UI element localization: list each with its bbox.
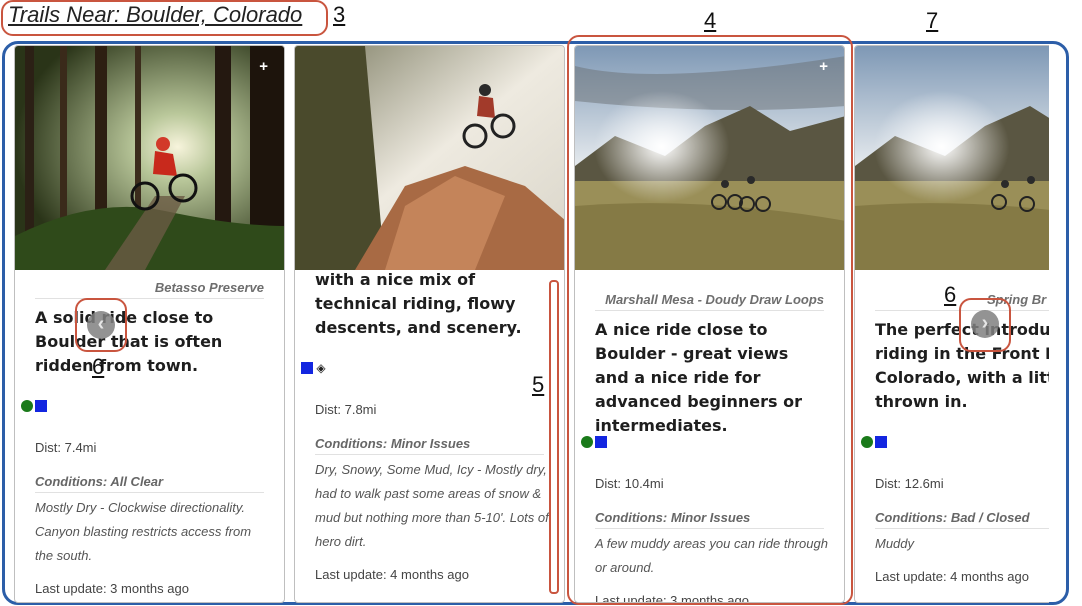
trail-distance: Dist: 12.6mi (875, 476, 944, 491)
conditions-label: Conditions: Bad / Closed (875, 510, 1030, 525)
add-trail-icon[interactable]: + (259, 58, 268, 75)
divider (35, 298, 264, 299)
trail-distance: Dist: 7.4mi (35, 440, 97, 455)
conditions-text: Muddy (875, 536, 915, 551)
blue-square-icon (875, 436, 887, 448)
trail-name[interactable]: Betasso Preserve (155, 280, 264, 295)
last-update: Last update: 4 months ago (315, 567, 469, 582)
last-update: Last update: 3 months ago (35, 581, 189, 596)
annotation-marker-4: 4 (704, 8, 717, 33)
conditions-label: Conditions: Minor Issues (315, 436, 471, 451)
prev-button-highlight (75, 298, 127, 352)
trail-card[interactable]: with a nice mix of technical riding, flo… (294, 45, 565, 603)
divider (315, 454, 544, 455)
title-highlight (1, 0, 328, 36)
trail-summary: A solid ride close to Boulder that is of… (35, 308, 223, 375)
annotation-marker-5: 5 (532, 372, 545, 397)
next-button-highlight (959, 298, 1011, 352)
trail-photo[interactable] (295, 46, 564, 270)
difficulty-icons: ◈ (301, 362, 327, 374)
conditions-label: Conditions: All Clear (35, 474, 164, 489)
conditions-text: Mostly Dry - Clockwise directionality. C… (35, 500, 252, 563)
annotation-marker-6: 6 (92, 354, 105, 379)
summary-line: Colorado, with a little t (875, 368, 1049, 387)
scrollbar[interactable] (549, 280, 559, 594)
black-diamond-icon: ◈ (316, 361, 326, 375)
blue-square-icon (301, 362, 313, 374)
conditions-text: Dry, Snowy, Some Mud, Icy - Mostly dry, … (315, 462, 549, 549)
difficulty-icons (861, 436, 887, 448)
last-update: Last update: 4 months ago (875, 569, 1029, 584)
green-circle-icon (21, 400, 33, 412)
green-circle-icon (861, 436, 873, 448)
trail-summary: with a nice mix of technical riding, flo… (315, 270, 522, 337)
annotation-marker-6: 6 (944, 282, 957, 307)
difficulty-icons (21, 400, 47, 412)
trail-photo[interactable] (855, 46, 1049, 270)
annotation-marker-7: 7 (926, 8, 939, 33)
trail-photo[interactable]: + (15, 46, 284, 270)
carousel-viewport[interactable]: + Betasso Preserve A solid ride close to… (14, 45, 1049, 606)
annotation-marker-3: 3 (333, 2, 346, 27)
trail-card[interactable]: Spring Br The perfect introductio riding… (854, 45, 1049, 603)
blue-square-icon (35, 400, 47, 412)
card-highlight (567, 35, 853, 605)
divider (35, 492, 264, 493)
trail-distance: Dist: 7.8mi (315, 402, 377, 417)
trail-card[interactable]: + Betasso Preserve A solid ride close to… (14, 45, 285, 603)
divider (875, 528, 1049, 529)
summary-line: thrown in. (875, 392, 968, 411)
